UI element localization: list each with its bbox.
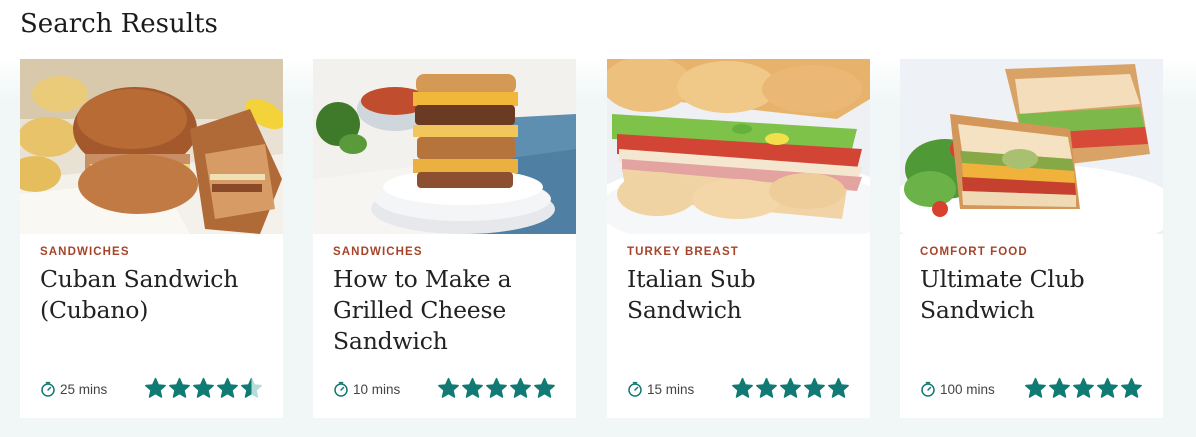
star-icon xyxy=(462,377,483,398)
recipe-image[interactable] xyxy=(900,59,1163,234)
page-title: Search Results xyxy=(20,9,218,39)
recipe-title[interactable]: Ultimate Club Sandwich xyxy=(920,264,1150,326)
star-icon xyxy=(241,377,262,398)
star-icon xyxy=(828,377,849,398)
recipe-category[interactable]: SANDWICHES xyxy=(333,246,423,258)
recipe-image[interactable] xyxy=(313,59,576,234)
star-icon xyxy=(780,377,801,398)
star-icon xyxy=(145,377,166,398)
star-icon xyxy=(193,377,214,398)
star-icon xyxy=(1049,377,1070,398)
recipe-image[interactable] xyxy=(607,59,870,234)
star-icon xyxy=(438,377,459,398)
timer-icon xyxy=(41,381,55,397)
star-icon xyxy=(756,377,777,398)
recipe-time: 25 mins xyxy=(40,379,107,399)
star-icon xyxy=(1121,377,1142,398)
star-rating xyxy=(1024,377,1143,401)
star-rating xyxy=(731,377,850,401)
recipe-time-label: 15 mins xyxy=(647,381,695,397)
timer-icon xyxy=(334,381,348,397)
recipe-time: 10 mins xyxy=(333,379,400,399)
timer-icon xyxy=(921,381,935,397)
star-rating xyxy=(437,377,556,401)
recipe-image[interactable] xyxy=(20,59,283,234)
star-icon xyxy=(732,377,753,398)
recipe-card[interactable]: SANDWICHES How to Make a Grilled Cheese … xyxy=(313,59,576,418)
recipe-title[interactable]: Cuban Sandwich (Cubano) xyxy=(40,264,270,326)
star-icon xyxy=(1025,377,1046,398)
recipe-category[interactable]: COMFORT FOOD xyxy=(920,246,1028,258)
timer-icon xyxy=(628,381,642,397)
recipe-card[interactable]: TURKEY BREAST Italian Sub Sandwich 15 mi… xyxy=(607,59,870,418)
star-icon xyxy=(1073,377,1094,398)
star-icon xyxy=(1097,377,1118,398)
recipe-time-label: 100 mins xyxy=(940,381,995,397)
recipe-category[interactable]: SANDWICHES xyxy=(40,246,130,258)
star-icon xyxy=(804,377,825,398)
star-rating xyxy=(144,377,263,401)
recipe-title[interactable]: How to Make a Grilled Cheese Sandwich xyxy=(333,264,563,357)
star-icon xyxy=(510,377,531,398)
star-icon xyxy=(534,377,555,398)
recipe-title[interactable]: Italian Sub Sandwich xyxy=(627,264,857,326)
star-icon xyxy=(486,377,507,398)
search-results-grid: SANDWICHES Cuban Sandwich (Cubano) 25 mi… xyxy=(20,59,1180,418)
recipe-card[interactable]: COMFORT FOOD Ultimate Club Sandwich 100 … xyxy=(900,59,1163,418)
star-icon xyxy=(217,377,238,398)
star-icon xyxy=(169,377,190,398)
recipe-card[interactable]: SANDWICHES Cuban Sandwich (Cubano) 25 mi… xyxy=(20,59,283,418)
recipe-time: 100 mins xyxy=(920,379,995,399)
recipe-category[interactable]: TURKEY BREAST xyxy=(627,246,739,258)
recipe-time-label: 25 mins xyxy=(60,381,108,397)
recipe-time-label: 10 mins xyxy=(353,381,401,397)
recipe-time: 15 mins xyxy=(627,379,694,399)
